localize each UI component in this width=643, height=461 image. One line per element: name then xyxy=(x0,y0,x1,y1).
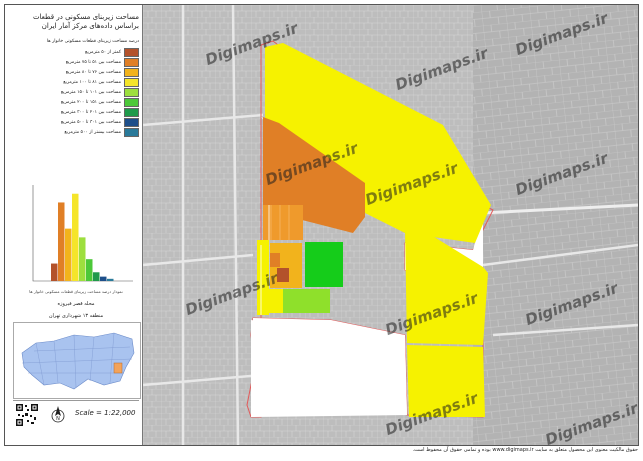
histogram-bar xyxy=(86,259,93,281)
tehran-inset-map xyxy=(13,322,141,399)
legend-label: مساحت بیشتر از ۵۰۰ مترمربع xyxy=(64,129,121,135)
legend-swatch xyxy=(124,97,139,107)
legend-swatch xyxy=(124,77,139,87)
legend-swatch xyxy=(124,107,139,117)
legend-item: کمتر از ۵۰ مترمربع xyxy=(13,47,139,57)
histogram-bar xyxy=(107,278,114,281)
urban-fabric-east xyxy=(473,5,638,445)
legend-swatch xyxy=(124,67,139,77)
legend-item: مساحت بیشتر از ۵۰۰ مترمربع xyxy=(13,127,139,137)
legend-label: مساحت بین ۱۰۱ تا ۱۵۰ مترمربع xyxy=(60,89,121,95)
parcel-lightgreen xyxy=(283,289,330,313)
legend-heading: درصد مساحت زیربنای قطعات مسکونی خانوار ه… xyxy=(46,39,139,44)
histogram-bar xyxy=(100,276,107,281)
histogram-bar xyxy=(51,263,58,281)
map-area: Digimaps.ir Digimaps.ir Digimaps.ir Digi… xyxy=(143,5,638,445)
panel-title-line1: مساحت زیربنای مسکونی در قطعات xyxy=(32,13,139,21)
parcel-yellow-mid xyxy=(269,289,283,313)
legend-item: مساحت بین ۳۰۱ تا ۵۰۰ مترمربع xyxy=(13,117,139,127)
legend-item: مساحت بین ۸۱ تا ۱۰۰ مترمربع xyxy=(13,77,139,87)
legend-swatch xyxy=(124,57,139,67)
parcel-red-small xyxy=(277,268,289,282)
histogram-bar xyxy=(72,193,79,281)
legend-swatch xyxy=(124,47,139,57)
svg-text:N: N xyxy=(56,416,60,422)
legend-label: مساحت بین ۷۶ تا ۸۰ مترمربع xyxy=(65,69,121,75)
histogram-bar xyxy=(58,202,65,281)
legend-list: کمتر از ۵۰ مترمربع مساحت بین ۵۱ تا ۷۵ متر… xyxy=(13,47,139,137)
legend-swatch xyxy=(124,117,139,127)
legend-item: مساحت بین ۱۰۱ تا ۱۵۰ مترمربع xyxy=(13,87,139,97)
legend-item: مساحت بین ۲۰۱ تا ۳۰۰ مترمربع xyxy=(13,107,139,117)
parcel-orange-small xyxy=(270,253,280,267)
legend-item: مساحت بین ۷۶ تا ۸۰ مترمربع xyxy=(13,67,139,77)
legend-panel: مساحت زیربنای مسکونی در قطعات براساس داد… xyxy=(5,5,143,445)
histogram-bar xyxy=(65,228,72,281)
legend-label: مساحت بین ۲۰۱ تا ۳۰۰ مترمربع xyxy=(60,109,121,115)
legend-label: مساحت بین ۳۰۱ تا ۵۰۰ مترمربع xyxy=(60,119,121,125)
copyright-footer: حقوق مالکیت معنوی این محصول متعلق به سای… xyxy=(412,447,638,453)
panel-title: مساحت زیربنای مسکونی در قطعات براساس داد… xyxy=(11,13,139,31)
highlighted-district xyxy=(113,362,123,374)
histogram-caption: نمودار درصد مساحت زیربنای قطعات مسکونی خ… xyxy=(29,289,123,294)
histogram-bar xyxy=(79,237,86,281)
legend-swatch xyxy=(124,87,139,97)
district-name: منطقه ۱۳ شهرداری تهران xyxy=(48,313,104,319)
region-name: محله قصر فیروزه xyxy=(57,301,95,307)
histogram-bar xyxy=(93,272,100,281)
legend-label: مساحت بین ۱۵۱ تا ۲۰۰ مترمربع xyxy=(60,99,121,105)
legend-label: کمتر از ۵۰ مترمربع xyxy=(85,49,121,55)
north-arrow-icon: N xyxy=(51,406,65,423)
legend-label: مساحت بین ۵۱ تا ۷۵ مترمربع xyxy=(65,59,121,65)
map-scale: Scale = 1:22,000 xyxy=(75,409,136,417)
map-canvas xyxy=(143,5,638,445)
histogram-chart xyxy=(32,185,133,282)
parcel-green-large xyxy=(305,242,343,287)
qr-code xyxy=(15,403,39,427)
legend-item: مساحت بین ۵۱ تا ۷۵ مترمربع xyxy=(13,57,139,67)
legend-swatch xyxy=(124,127,139,137)
legend-item: مساحت بین ۱۵۱ تا ۲۰۰ مترمربع xyxy=(13,97,139,107)
panel-title-line2: براساس داده‌های مرکز آمار ایران xyxy=(41,22,139,30)
legend-label: مساحت بین ۸۱ تا ۱۰۰ مترمربع xyxy=(63,79,121,85)
